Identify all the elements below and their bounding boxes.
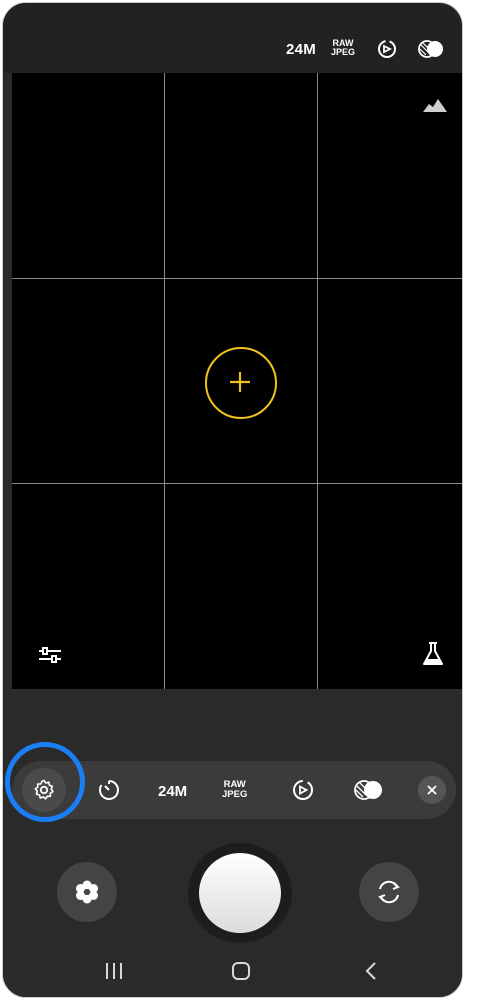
histogram-icon[interactable] — [422, 97, 448, 113]
resolution-setting[interactable]: 24M — [286, 41, 316, 58]
grid-line — [317, 73, 318, 689]
home-icon[interactable] — [231, 962, 251, 980]
quick-format-bottom: JPEG — [222, 789, 248, 800]
motion-photo-icon[interactable] — [376, 38, 398, 60]
shutter-button[interactable] — [199, 853, 281, 933]
highlight-ring — [5, 742, 85, 822]
timer-icon[interactable] — [97, 778, 121, 802]
flip-camera-icon — [378, 880, 400, 904]
close-quick-settings-button[interactable] — [418, 776, 446, 804]
quick-resolution[interactable]: 24M — [158, 783, 187, 800]
camera-viewfinder[interactable] — [12, 73, 462, 689]
lab-flask-icon[interactable] — [422, 641, 444, 667]
grid-line — [12, 483, 462, 484]
effects-button[interactable] — [57, 862, 117, 922]
grid-line — [164, 73, 165, 689]
grid-line — [12, 278, 462, 279]
format-bottom-label: JPEG — [331, 47, 356, 57]
close-icon — [427, 785, 437, 795]
flip-camera-button[interactable] — [359, 862, 419, 922]
add-icon — [230, 372, 250, 392]
filter-icon[interactable] — [416, 38, 446, 60]
back-icon[interactable] — [364, 962, 378, 980]
motion-photo-icon[interactable] — [291, 778, 315, 802]
filter-icon[interactable] — [352, 778, 384, 802]
adjust-sliders-icon[interactable] — [38, 645, 62, 665]
effects-icon — [76, 880, 98, 904]
recent-apps-icon[interactable] — [104, 962, 124, 980]
quick-format[interactable]: RAW JPEG — [222, 780, 247, 800]
top-bar: 24M RAW JPEG — [3, 3, 462, 73]
format-setting[interactable]: RAW JPEG — [331, 39, 355, 57]
